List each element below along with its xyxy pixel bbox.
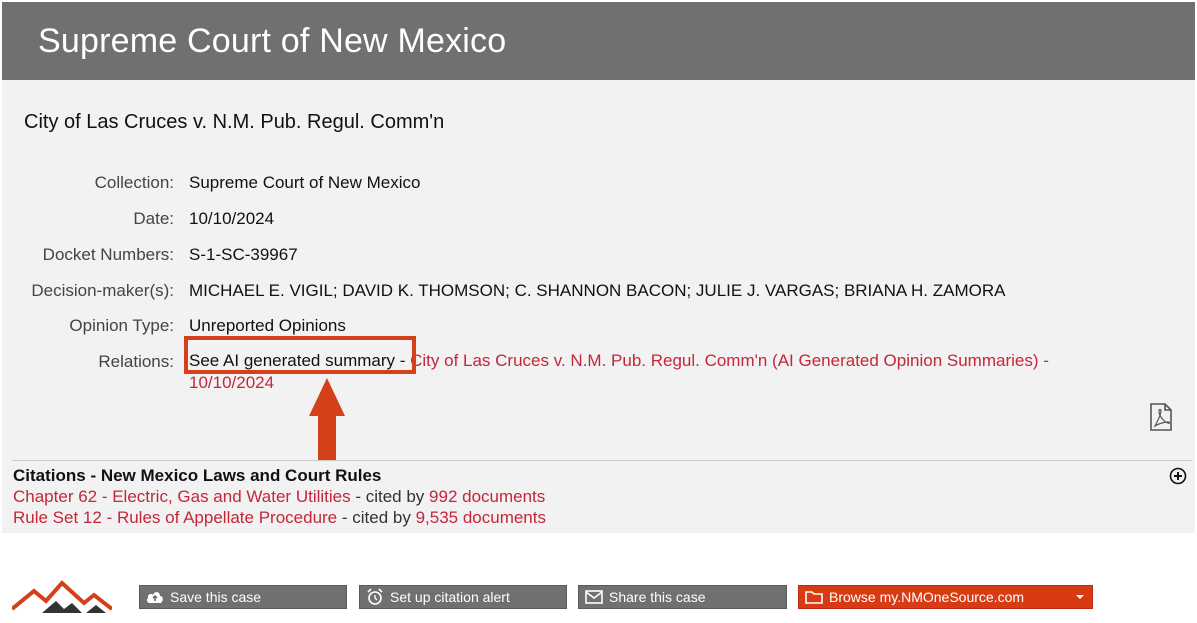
decision-makers-value: MICHAEL E. VIGIL; DAVID K. THOMSON; C. S…	[189, 281, 1006, 300]
citations-title: Citations - New Mexico Laws and Court Ru…	[13, 466, 382, 485]
envelope-icon	[585, 590, 603, 604]
site-header: Supreme Court of New Mexico	[2, 2, 1195, 80]
opinion-type-label: Opinion Type:	[69, 316, 174, 335]
decision-makers-label: Decision-maker(s):	[31, 281, 174, 300]
folder-icon	[805, 591, 823, 604]
docket-value: S-1-SC-39967	[189, 245, 298, 264]
cited-count-link[interactable]: 9,535 documents	[416, 508, 546, 527]
browse-site-label: Browse my.NMOneSource.com	[829, 589, 1025, 605]
save-case-button[interactable]: Save this case	[139, 585, 347, 609]
cited-by-text: - cited by	[337, 508, 416, 527]
highlight-box	[184, 336, 416, 374]
relations-label: Relations:	[98, 352, 174, 371]
citation-alert-button[interactable]: Set up citation alert	[359, 585, 567, 609]
case-panel: City of Las Cruces v. N.M. Pub. Regul. C…	[2, 80, 1195, 533]
share-case-button[interactable]: Share this case	[578, 585, 787, 609]
mountain-logo-icon[interactable]	[12, 579, 112, 613]
opinion-type-value: Unreported Opinions	[189, 316, 346, 335]
red-arrow-icon	[309, 378, 345, 460]
site-title: Supreme Court of New Mexico	[38, 22, 507, 60]
browse-site-button[interactable]: Browse my.NMOneSource.com	[798, 585, 1093, 609]
share-case-label: Share this case	[609, 589, 706, 605]
chevron-down-icon	[1076, 595, 1084, 599]
cited-by-text: - cited by	[350, 487, 430, 506]
citation-link[interactable]: Chapter 62 - Electric, Gas and Water Uti…	[13, 487, 351, 506]
cloud-upload-icon	[146, 592, 163, 603]
citation-row: Rule Set 12 - Rules of Appellate Procedu…	[13, 508, 546, 528]
alarm-clock-icon	[367, 588, 383, 605]
case-title: City of Las Cruces v. N.M. Pub. Regul. C…	[24, 111, 445, 133]
section-divider	[12, 460, 1192, 461]
docket-label: Docket Numbers:	[42, 245, 174, 264]
citation-row: Chapter 62 - Electric, Gas and Water Uti…	[13, 487, 545, 507]
citation-alert-label: Set up citation alert	[390, 589, 510, 605]
date-label: Date:	[133, 209, 174, 228]
save-case-label: Save this case	[170, 589, 262, 605]
collection-value: Supreme Court of New Mexico	[189, 173, 421, 192]
cited-count-link[interactable]: 992 documents	[429, 487, 545, 506]
expand-plus-icon[interactable]	[1169, 467, 1187, 485]
collection-label: Collection:	[94, 173, 174, 192]
citation-link[interactable]: Rule Set 12 - Rules of Appellate Procedu…	[13, 508, 337, 527]
date-value: 10/10/2024	[189, 209, 275, 228]
pdf-download-icon[interactable]	[1148, 403, 1174, 431]
